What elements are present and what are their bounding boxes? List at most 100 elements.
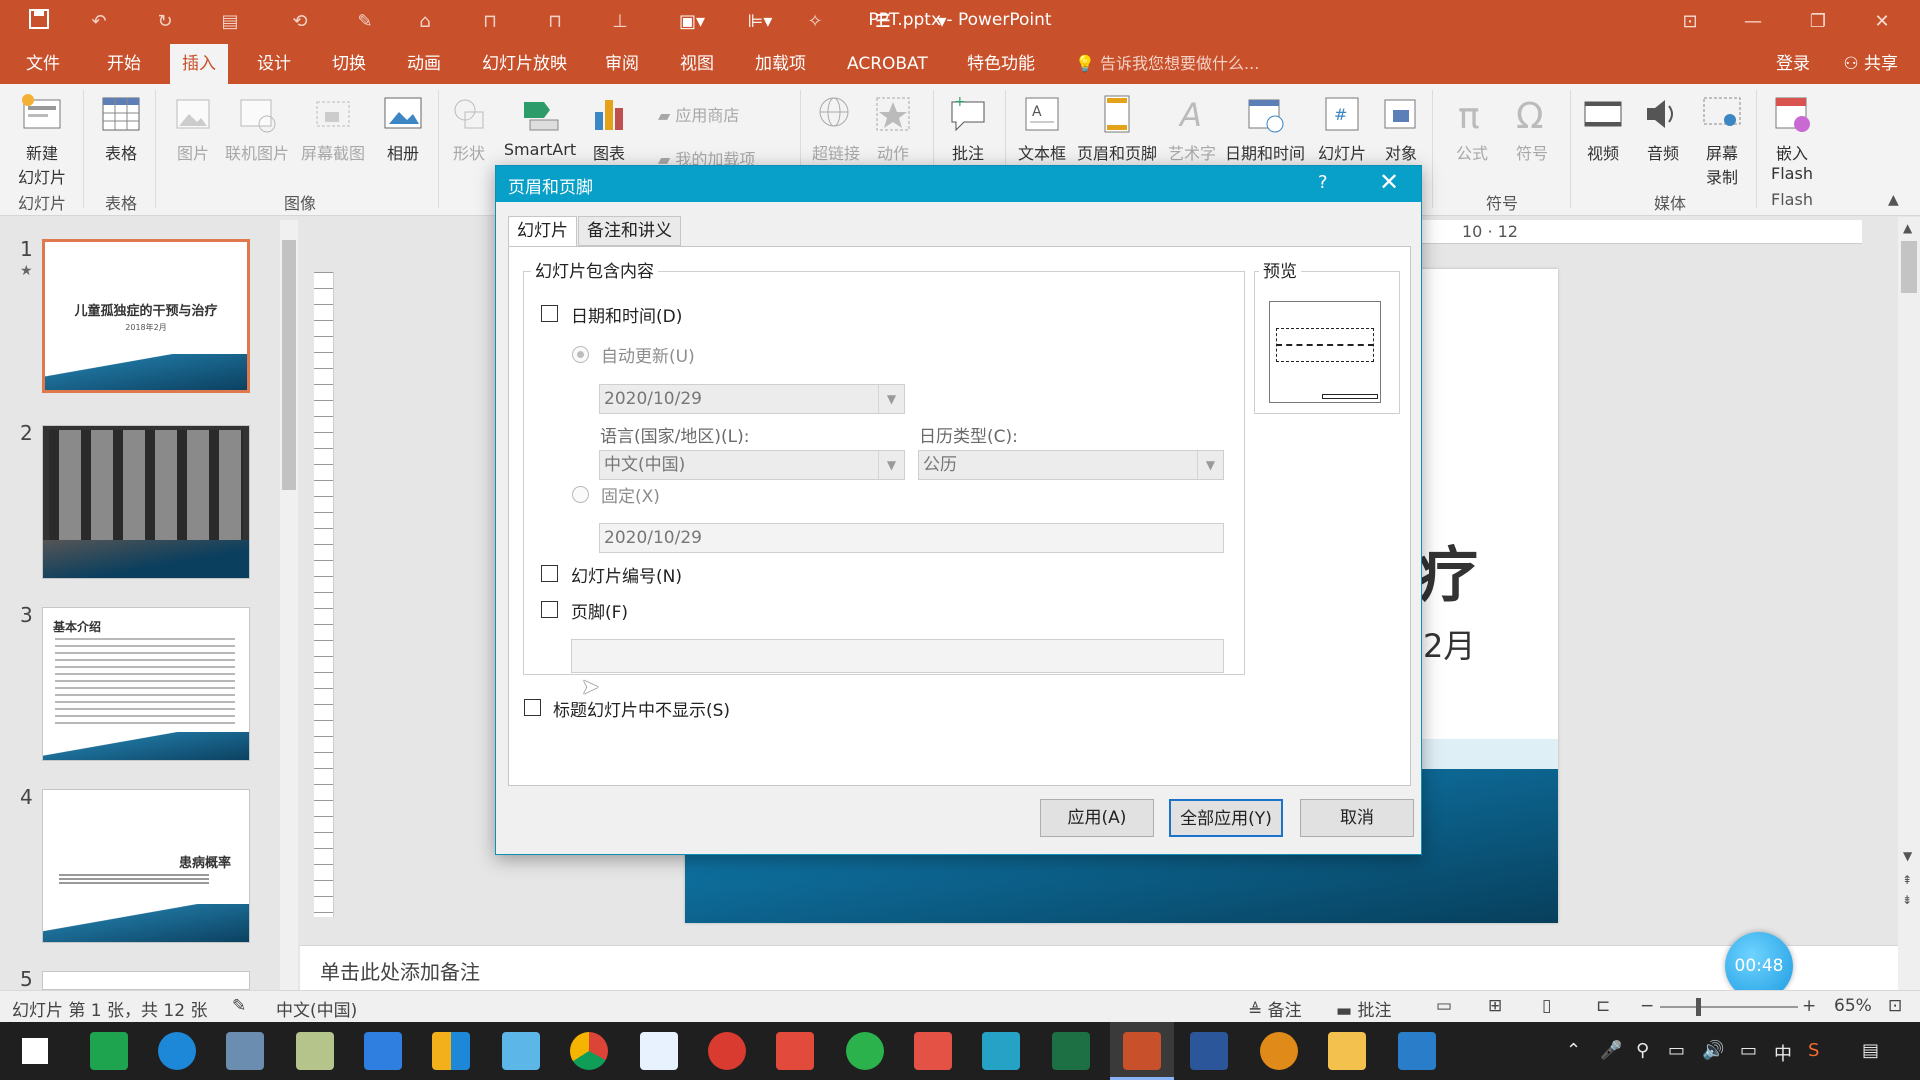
hide-on-title-checkbox[interactable] xyxy=(524,699,541,716)
tray-chevron-icon[interactable]: ⌃ xyxy=(1566,1040,1581,1061)
tab-design[interactable]: 设计 xyxy=(245,44,303,84)
footer-input[interactable] xyxy=(571,639,1224,673)
scroll-up-icon[interactable]: ▲ xyxy=(1903,221,1912,235)
dialog-tab-notes-handouts[interactable]: 备注和讲义 xyxy=(578,216,681,246)
tab-acrobat[interactable]: ACROBAT xyxy=(835,44,940,84)
app-icon-windows-tiles[interactable] xyxy=(432,1032,470,1070)
slide-number-label[interactable]: 幻灯片编号(N) xyxy=(571,562,682,587)
app-icon-qq[interactable] xyxy=(502,1032,540,1070)
tab-review[interactable]: 审阅 xyxy=(593,44,651,84)
slide-number-checkbox[interactable] xyxy=(541,565,558,582)
apply-all-button[interactable]: 全部应用(Y) xyxy=(1169,799,1283,837)
slide-thumbnail-5[interactable] xyxy=(42,971,250,990)
hyperlink-button[interactable]: 超链接 xyxy=(808,92,864,164)
object-button[interactable]: 对象 xyxy=(1376,92,1426,164)
photos-icon[interactable] xyxy=(1398,1032,1436,1070)
collapse-ribbon-icon[interactable]: ▲ xyxy=(1888,192,1899,208)
volume-icon[interactable]: 🔊 xyxy=(1702,1040,1724,1061)
app-icon-red-grid[interactable] xyxy=(914,1032,952,1070)
tab-transitions[interactable]: 切换 xyxy=(320,44,378,84)
dialog-tab-slide[interactable]: 幻灯片 xyxy=(508,216,577,248)
calendar-select[interactable]: 公历 ▼ xyxy=(918,450,1224,480)
dialog-title-bar[interactable]: 页眉和页脚 ? ✕ xyxy=(496,166,1421,202)
fit-slide-icon[interactable]: ⊡ xyxy=(1888,996,1902,1016)
editor-scrollbar[interactable]: ▲ ▼ ⇞ ⇟ xyxy=(1898,217,1920,992)
slide-thumbnail-4[interactable]: 患病概率 xyxy=(42,789,250,943)
screenshot-button[interactable]: 屏幕截图 xyxy=(296,92,370,164)
hide-on-title-label[interactable]: 标题幻灯片中不显示(S) xyxy=(553,696,730,721)
next-slide-icon[interactable]: ⇟ xyxy=(1902,893,1912,907)
app-icon-search[interactable] xyxy=(226,1032,264,1070)
picture-button[interactable]: 图片 xyxy=(168,92,218,164)
cancel-button[interactable]: 取消 xyxy=(1300,799,1414,837)
screen-record-button[interactable]: 屏幕 录制 xyxy=(1696,92,1748,188)
app-icon-arrow[interactable] xyxy=(982,1032,1020,1070)
share-button[interactable]: ⚇ 共享 xyxy=(1843,44,1898,84)
excel-icon[interactable] xyxy=(1052,1032,1090,1070)
wechat-icon[interactable] xyxy=(846,1032,884,1070)
notes-toggle[interactable]: ≜ 备注 xyxy=(1248,996,1302,1021)
fixed-date-input[interactable]: 2020/10/29 xyxy=(599,523,1224,553)
editor-scroll-thumb[interactable] xyxy=(1901,241,1917,293)
tab-special[interactable]: 特色功能 xyxy=(955,44,1047,84)
netease-music-icon[interactable] xyxy=(708,1032,746,1070)
tab-home[interactable]: 开始 xyxy=(95,44,153,84)
notes-pane[interactable]: 单击此处添加备注 xyxy=(300,945,1898,990)
tab-addins[interactable]: 加载项 xyxy=(743,44,818,84)
comment-button[interactable]: + 批注 xyxy=(940,92,996,164)
prev-slide-icon[interactable]: ⇞ xyxy=(1902,873,1912,887)
slide-thumbnail-3[interactable]: 基本介绍 xyxy=(42,607,250,761)
datetime-label[interactable]: 日期和时间(D) xyxy=(571,302,682,327)
app-icon-baidu[interactable] xyxy=(640,1032,678,1070)
ime-indicator[interactable]: 中 xyxy=(1774,1040,1792,1066)
tab-animations[interactable]: 动画 xyxy=(395,44,453,84)
chrome-icon[interactable] xyxy=(570,1032,608,1070)
restore-icon[interactable]: ❐ xyxy=(1798,6,1838,38)
footer-label[interactable]: 页脚(F) xyxy=(571,598,628,623)
zoom-slider-thumb[interactable] xyxy=(1696,998,1701,1016)
tab-file[interactable]: 文件 xyxy=(14,44,72,84)
login-link[interactable]: 登录 xyxy=(1776,44,1810,84)
thumbnail-scroll-thumb[interactable] xyxy=(282,240,296,490)
slideshow-icon[interactable]: ⊏ xyxy=(1596,996,1610,1016)
file-explorer-icon[interactable] xyxy=(1328,1032,1366,1070)
datetime-button[interactable]: 日期和时间 xyxy=(1222,92,1308,164)
audio-button[interactable]: 音频 xyxy=(1638,92,1688,164)
smartart-button[interactable]: SmartArt xyxy=(500,92,580,159)
store-button[interactable]: ▰ 应用商店 xyxy=(658,102,778,126)
slide-thumbnail-1[interactable]: 儿童孤独症的干预与治疗 2018年2月 xyxy=(42,239,250,393)
slide-number-button[interactable]: # 幻灯片 xyxy=(1312,92,1372,164)
tell-me-box[interactable]: 💡 告诉我您想要做什么... xyxy=(1075,44,1259,84)
header-footer-button[interactable]: 页眉和页脚 xyxy=(1072,92,1162,164)
spellcheck-icon[interactable]: ✎ xyxy=(232,996,246,1016)
comments-toggle[interactable]: ▬ 批注 xyxy=(1336,996,1391,1021)
close-icon[interactable]: ✕ xyxy=(1862,6,1902,38)
sogou-ime-icon[interactable]: S xyxy=(1808,1040,1819,1061)
equation-button[interactable]: π 公式 xyxy=(1444,92,1500,164)
language-select[interactable]: 中文(中国) ▼ xyxy=(599,450,905,480)
zoom-level[interactable]: 65% xyxy=(1834,996,1872,1016)
shapes-button[interactable]: 形状 xyxy=(444,92,494,164)
tab-slideshow[interactable]: 幻灯片放映 xyxy=(470,44,579,84)
dialog-close-icon[interactable]: ✕ xyxy=(1372,168,1406,196)
windows-start-icon[interactable] xyxy=(22,1038,48,1064)
online-picture-button[interactable]: 联机图片 xyxy=(222,92,292,164)
reading-view-icon[interactable]: ▯ xyxy=(1542,996,1551,1016)
ribbon-display-icon[interactable]: ⊡ xyxy=(1670,6,1710,38)
microphone-icon[interactable]: 🎤 xyxy=(1600,1040,1622,1061)
fixed-label[interactable]: 固定(X) xyxy=(601,482,660,507)
auto-update-label[interactable]: 自动更新(U) xyxy=(601,342,695,367)
symbol-button[interactable]: Ω 符号 xyxy=(1504,92,1560,164)
tab-view[interactable]: 视图 xyxy=(668,44,726,84)
minimize-icon[interactable]: — xyxy=(1733,6,1773,38)
datetime-checkbox[interactable] xyxy=(541,305,558,322)
apply-button[interactable]: 应用(A) xyxy=(1040,799,1154,837)
textbox-button[interactable]: A 文本框 xyxy=(1012,92,1072,164)
auto-date-select[interactable]: 2020/10/29 ▼ xyxy=(599,384,905,414)
chart-button[interactable]: 图表 xyxy=(584,92,634,164)
zoom-slider[interactable] xyxy=(1660,998,1798,1016)
footer-checkbox[interactable] xyxy=(541,601,558,618)
embed-flash-button[interactable]: 嵌入 Flash xyxy=(1764,92,1820,183)
word-icon[interactable] xyxy=(1190,1032,1228,1070)
network-icon[interactable]: ▭ xyxy=(1740,1040,1757,1061)
